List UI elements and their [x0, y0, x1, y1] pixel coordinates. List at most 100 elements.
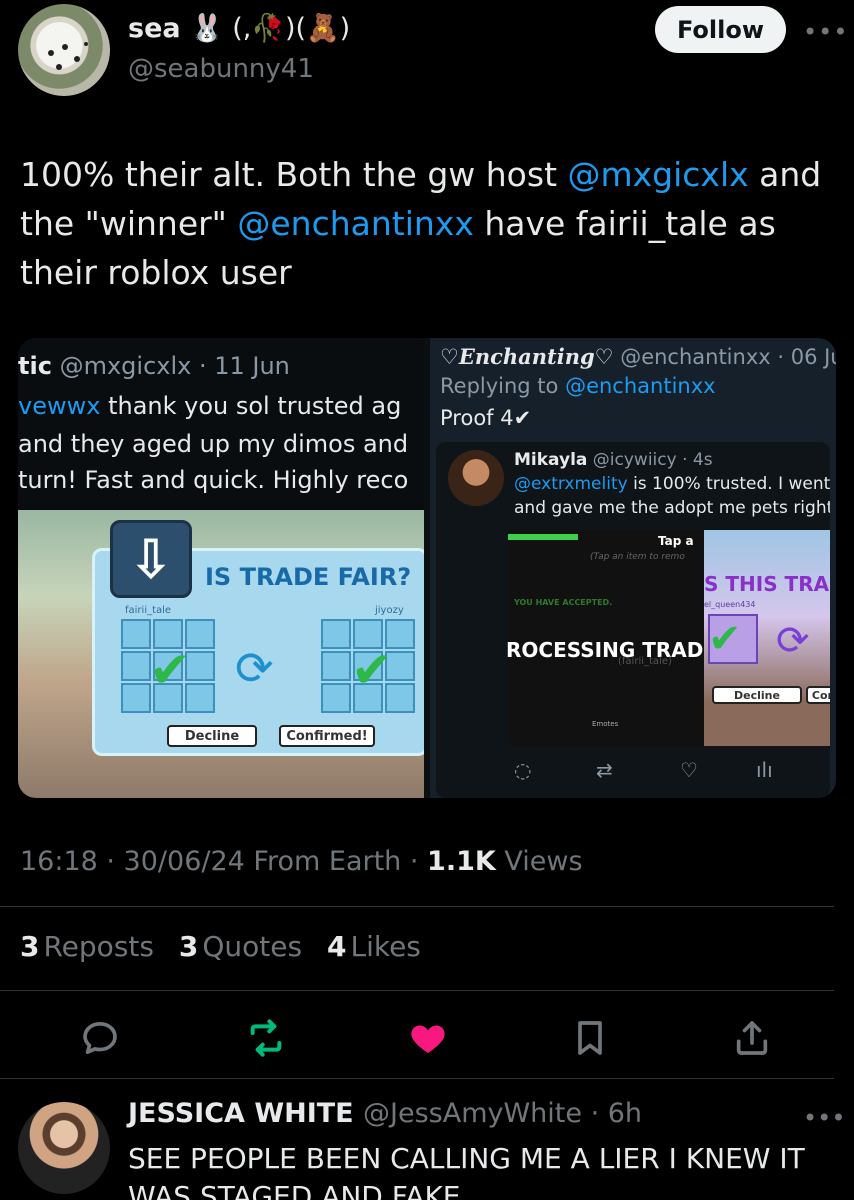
- emotes-label: Emotes: [592, 720, 619, 728]
- inner-header: Mikayla @icywiicy · 4s: [514, 450, 713, 470]
- avatar: [448, 450, 504, 506]
- reply-text: SEE PEOPLE BEEN CALLING ME A LIER I KNEW…: [128, 1142, 805, 1200]
- like-icon: ♡: [680, 758, 698, 782]
- share-icon: [736, 1021, 768, 1055]
- quoted-handle: @enchantinxx · 06 Jun: [620, 345, 836, 369]
- quotes-count: 3: [178, 930, 199, 963]
- processing-sub: (fairii_tale): [618, 656, 672, 667]
- check-icon: ✔: [708, 616, 742, 662]
- replying-label: Replying to: [440, 374, 566, 398]
- tweet-text-part: 100% their alt. Both the gw host: [20, 155, 568, 194]
- likes-label: Likes: [350, 930, 421, 963]
- reply-display-name[interactable]: JESSICA WHITE: [128, 1098, 354, 1129]
- inner-name: Mikayla: [514, 450, 588, 470]
- reposts-label: Reposts: [43, 930, 154, 963]
- check-icon: ✔: [351, 641, 393, 699]
- processing-screenshot: Tap a (Tap an item to remo YOU HAVE ACCE…: [506, 530, 717, 746]
- views-count: 1.1K: [427, 846, 496, 877]
- trade-user-left: fairii_tale: [125, 605, 172, 616]
- bookmark-button[interactable]: [566, 1016, 614, 1060]
- reply-more-icon[interactable]: •••: [803, 1104, 845, 1132]
- quoted-mention: vewwx: [18, 392, 101, 420]
- trade-title: IS TRADE FAIR?: [205, 563, 412, 591]
- inner-mention: @extrxmelity: [514, 474, 628, 494]
- follow-button[interactable]: Follow: [655, 6, 786, 53]
- quoted-text-line: and they aged up my dimos and: [18, 430, 409, 458]
- accepted-text: YOU HAVE ACCEPTED.: [514, 598, 613, 607]
- repost-icon: ⇄: [596, 758, 613, 782]
- quotes-stat[interactable]: 3 Quotes: [179, 930, 302, 963]
- quoted-header: tic @mxgicxlx · 11 Jun: [18, 352, 290, 380]
- inner-handle: @icywiicy · 4s: [592, 450, 713, 470]
- timestamp[interactable]: 16:18 · 30/06/24 From Earth ·: [20, 846, 427, 877]
- swap-icon: ⟳: [776, 618, 810, 664]
- reposts-count: 3: [20, 930, 40, 963]
- reply-icon: [83, 1022, 117, 1054]
- views-label: Views: [495, 846, 583, 877]
- heart-icon: [411, 1025, 445, 1053]
- trade2-decline: Decline: [712, 686, 802, 704]
- processing-text: ROCESSING TRADE: [506, 638, 717, 662]
- likes-count: 4: [326, 930, 347, 963]
- quoted-text: thank you sol trusted ag: [100, 392, 402, 420]
- tweet-meta: 16:18 · 30/06/24 From Earth · 1.1K Views: [20, 846, 583, 877]
- author-name-emoji: 🐰 (,🥀)(🧸): [190, 13, 351, 44]
- proof-text: Proof 4✔: [440, 406, 532, 430]
- quoted-header: ♡Enchanting♡ @enchantinxx · 06 Jun: [440, 344, 836, 369]
- confirmed-button: Confirmed!: [279, 725, 375, 747]
- quoted-handle: @mxgicxlx · 11 Jun: [59, 352, 290, 380]
- replying-to: Replying to @enchantinxx: [440, 374, 716, 398]
- inner-quoted-card: Mikayla @icywiicy · 4s @extrxmelity is 1…: [436, 442, 830, 798]
- author-display-name[interactable]: sea 🐰 (,🥀)(🧸): [128, 12, 350, 44]
- inner-actions: ◌ ⇄ ♡ ılı: [436, 758, 830, 788]
- quoted-name: tic: [18, 352, 52, 380]
- quoted-text-line: turn! Fast and quick. Highly reco: [18, 466, 409, 494]
- media-image-right[interactable]: ♡Enchanting♡ @enchantinxx · 06 Jun Reply…: [430, 338, 836, 798]
- more-options-icon[interactable]: •••: [803, 18, 848, 46]
- trade-screenshot-2: S THIS TRADI el_queen434 ✔ ⟳ Decline Con…: [704, 530, 830, 746]
- game-screenshot: IS TRADE FAIR? fairii_tale jiyozy ✔ ✔ ⟳ …: [18, 510, 424, 798]
- engagement-stats: 3 Reposts 3 Quotes 4 Likes: [20, 930, 421, 963]
- quoted-text-line: vewwx thank you sol trusted ag: [18, 392, 401, 420]
- likes-stat[interactable]: 4 Likes: [327, 930, 421, 963]
- trade-user-right: jiyozy: [375, 605, 404, 616]
- trade2-title: S THIS TRADI: [704, 572, 830, 596]
- swap-icon: ⟳: [235, 641, 274, 695]
- repost-icon: [250, 1019, 282, 1057]
- tap-hint: (Tap an item to remo: [590, 552, 685, 562]
- quoted-name: ♡Enchanting♡: [440, 344, 614, 369]
- media-image-left[interactable]: tic @mxgicxlx · 11 Jun vewwx thank you s…: [18, 338, 424, 798]
- quotes-label: Quotes: [202, 930, 303, 963]
- trade2-user: el_queen434: [704, 600, 756, 609]
- reply-avatar[interactable]: [18, 1102, 110, 1194]
- divider: [0, 1078, 834, 1079]
- views-icon: ılı: [756, 758, 773, 782]
- inner-text-line: and gave me the adopt me pets right a: [514, 498, 830, 518]
- reposts-stat[interactable]: 3 Reposts: [20, 930, 154, 963]
- replying-mention: @enchantinxx: [565, 374, 716, 398]
- mention-link[interactable]: @enchantinxx: [237, 204, 474, 243]
- share-button[interactable]: [728, 1016, 776, 1060]
- author-handle[interactable]: @seabunny41: [128, 54, 314, 84]
- inner-text: is 100% trusted. I went f: [627, 474, 830, 494]
- repost-button[interactable]: [242, 1016, 290, 1060]
- reply-button[interactable]: [76, 1016, 124, 1060]
- bookmark-icon: [578, 1021, 602, 1055]
- trade2-confirm: Conf: [806, 686, 830, 704]
- tweet-media[interactable]: tic @mxgicxlx · 11 Jun vewwx thank you s…: [18, 338, 836, 798]
- check-icon: ✔: [149, 641, 191, 699]
- divider: [0, 906, 834, 907]
- tap-label: Tap a: [658, 534, 694, 548]
- reply-icon: ◌: [514, 758, 532, 782]
- decline-button: Decline: [167, 725, 257, 747]
- author-name-text: sea: [128, 13, 181, 44]
- arrow-down-icon: ⇩: [110, 520, 192, 598]
- author-avatar[interactable]: [18, 4, 110, 96]
- mention-link[interactable]: @mxgicxlx: [568, 155, 749, 194]
- inner-text-line: @extrxmelity is 100% trusted. I went f: [514, 474, 830, 494]
- reply-handle-time[interactable]: @JessAmyWhite · 6h: [363, 1098, 642, 1129]
- tweet-text: 100% their alt. Both the gw host @mxgicx…: [20, 150, 850, 297]
- like-button[interactable]: [404, 1016, 452, 1060]
- divider: [0, 990, 834, 991]
- reply-header: JESSICA WHITE @JessAmyWhite · 6h: [128, 1098, 642, 1129]
